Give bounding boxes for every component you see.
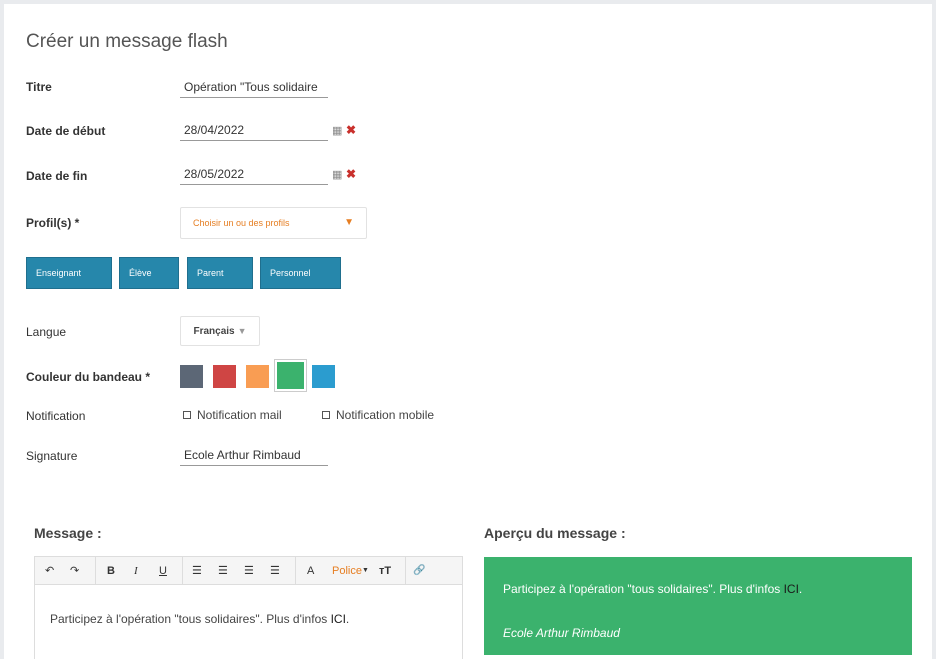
- form-card: Créer un message flash Titre Opération "…: [4, 4, 932, 659]
- align-left-icon[interactable]: ☰: [192, 557, 202, 585]
- underline-button[interactable]: U: [159, 557, 167, 585]
- titre-input[interactable]: Opération "Tous solidaire: [180, 76, 328, 98]
- notif-mail-checkbox[interactable]: Notification mail: [183, 408, 282, 422]
- link-icon[interactable]: 🔗: [413, 557, 425, 585]
- editor-link[interactable]: ICI: [331, 612, 346, 626]
- clear-end-icon[interactable]: ✖: [346, 167, 356, 181]
- caret-down-icon: ▼: [344, 217, 354, 228]
- editor-text: Participez à l'opération "tous solidaire…: [50, 612, 331, 626]
- color-label: Couleur du bandeau *: [26, 370, 151, 384]
- italic-button[interactable]: I: [134, 557, 138, 585]
- start-date-input[interactable]: 28/04/2022: [180, 119, 328, 141]
- profile-button-parent[interactable]: Parent: [187, 257, 253, 289]
- caret-down-icon: ▼: [362, 567, 369, 574]
- toolbar-divider: [182, 557, 183, 585]
- editor-content[interactable]: Participez à l'opération "tous solidaire…: [35, 585, 462, 653]
- preview-signature: Ecole Arthur Rimbaud: [503, 626, 620, 640]
- signature-label: Signature: [26, 449, 78, 463]
- profile-button-personnel[interactable]: Personnel: [260, 257, 341, 289]
- preview-link[interactable]: ICI: [784, 582, 799, 596]
- color-swatch-gray[interactable]: [180, 365, 203, 388]
- page-title: Créer un message flash: [26, 31, 228, 52]
- editor-toolbar: ↶ ↷ B I U ☰ ☰ ☰ ☰ A Police ▼ тT 🔗: [35, 557, 462, 585]
- align-center-icon[interactable]: ☰: [218, 557, 228, 585]
- profile-button-enseignant[interactable]: Enseignant: [26, 257, 112, 289]
- bold-button[interactable]: B: [107, 557, 115, 585]
- editor-text-end: .: [345, 612, 350, 626]
- toolbar-divider: [95, 557, 96, 585]
- profiles-placeholder: Choisir un ou des profils: [193, 218, 290, 228]
- color-swatch-blue[interactable]: [312, 365, 335, 388]
- color-swatch-red[interactable]: [213, 365, 236, 388]
- profiles-select[interactable]: Choisir un ou des profils ▼: [180, 207, 367, 239]
- font-size-icon[interactable]: тT: [379, 557, 391, 585]
- caret-down-icon: ▼: [237, 326, 247, 336]
- align-right-icon[interactable]: ☰: [244, 557, 254, 585]
- notification-label: Notification: [26, 409, 86, 423]
- checkbox-icon: [183, 411, 191, 419]
- notif-mail-label: Notification mail: [197, 408, 282, 422]
- message-preview: Participez à l'opération "tous solidaire…: [484, 557, 912, 655]
- calendar-icon[interactable]: ▦: [332, 168, 342, 181]
- preview-message: Participez à l'opération "tous solidaire…: [503, 582, 893, 596]
- undo-icon[interactable]: ↶: [45, 557, 54, 585]
- profile-button-eleve[interactable]: Élève: [119, 257, 179, 289]
- preview-section-title: Aperçu du message :: [484, 525, 626, 541]
- color-swatch-orange[interactable]: [246, 365, 269, 388]
- end-date-label: Date de fin: [26, 169, 88, 183]
- font-color-icon[interactable]: A: [307, 557, 314, 585]
- notif-mobile-checkbox[interactable]: Notification mobile: [322, 408, 434, 422]
- preview-text-end: .: [798, 582, 803, 596]
- language-select[interactable]: Français ▼: [180, 316, 260, 346]
- toolbar-divider: [295, 557, 296, 585]
- start-date-label: Date de début: [26, 124, 106, 138]
- redo-icon[interactable]: ↷: [70, 557, 79, 585]
- color-swatch-green-selected[interactable]: [275, 360, 306, 391]
- align-justify-icon[interactable]: ☰: [270, 557, 280, 585]
- titre-label: Titre: [26, 80, 52, 94]
- checkbox-icon: [322, 411, 330, 419]
- profiles-label: Profil(s) *: [26, 216, 80, 230]
- end-date-input[interactable]: 28/05/2022: [180, 163, 328, 185]
- message-section-title: Message :: [34, 525, 102, 541]
- signature-input[interactable]: Ecole Arthur Rimbaud: [180, 444, 328, 466]
- message-editor: ↶ ↷ B I U ☰ ☰ ☰ ☰ A Police ▼ тT 🔗 Partic…: [34, 556, 463, 659]
- notif-mobile-label: Notification mobile: [336, 408, 435, 422]
- toolbar-divider: [405, 557, 406, 585]
- language-value: Français: [193, 326, 235, 337]
- language-label: Langue: [26, 325, 67, 339]
- clear-start-icon[interactable]: ✖: [346, 123, 356, 137]
- font-family-select[interactable]: Police: [332, 557, 362, 585]
- calendar-icon[interactable]: ▦: [332, 124, 342, 137]
- preview-text: Participez à l'opération "tous solidaire…: [503, 582, 784, 596]
